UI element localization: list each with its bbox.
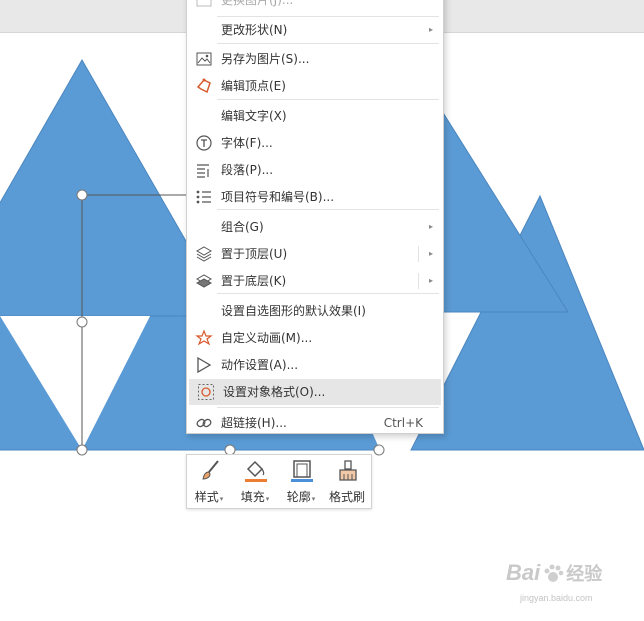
paragraph-icon [195, 161, 213, 179]
format-object-icon [197, 383, 215, 401]
save-as-picture-icon [195, 50, 213, 68]
custom-animation-icon [195, 329, 213, 347]
paint-bucket-icon [244, 459, 268, 483]
menu-split-divider [418, 273, 419, 289]
menu-item-save-as-picture[interactable]: 另存为图片(S)... [187, 46, 443, 72]
fill-button[interactable]: 填充▾ [233, 457, 277, 507]
brush-icon [198, 459, 222, 483]
menu-item-bullets[interactable]: 项目符号和编号(B)... [187, 184, 443, 210]
menu-item-custom-animation[interactable]: 自定义动画(M)... [187, 325, 443, 351]
menu-split-divider [418, 246, 419, 262]
send-to-back-icon [195, 272, 213, 290]
fill-label: 填充 [240, 490, 265, 504]
menu-item-edit-text[interactable]: 编辑文字(X) [187, 103, 443, 129]
menu-item-edit-points[interactable]: 编辑顶点(E) [187, 73, 443, 99]
picture-icon [195, 0, 213, 9]
paw-logo-icon [542, 563, 564, 589]
mini-toolbar: 样式▾ 填充▾ 轮廓▾ 格式刷 [186, 454, 372, 509]
outline-button[interactable]: 轮廓▾ [279, 457, 323, 507]
menu-item-label: 设置自选图形的默认效果(I) [221, 304, 366, 318]
menu-item-change-shape[interactable]: 更改形状(N) ▸ [187, 17, 443, 43]
style-label: 样式 [194, 490, 219, 504]
menu-item-font[interactable]: 字体(F)... [187, 130, 443, 156]
menu-separator [217, 293, 439, 294]
resize-handle[interactable] [373, 444, 385, 456]
menu-item-label: 编辑顶点(E) [221, 79, 286, 93]
shortcut-label: Ctrl+K [383, 416, 423, 430]
menu-item-label: 动作设置(A)... [221, 358, 299, 372]
menu-item-label: 更改形状(N) [221, 23, 288, 37]
watermark-brand-cn: 经验 [566, 564, 603, 584]
outline-icon [290, 459, 314, 483]
menu-separator [217, 407, 439, 408]
menu-item-paragraph[interactable]: 段落(P)... [187, 157, 443, 183]
resize-handle[interactable] [76, 444, 88, 456]
watermark-brand: Bai [506, 560, 541, 585]
menu-separator [217, 99, 439, 100]
menu-item-label: 置于底层(K) [221, 274, 287, 288]
menu-item-hyperlink[interactable]: 超链接(H)... Ctrl+K [187, 410, 443, 436]
resize-handle[interactable] [76, 316, 88, 328]
menu-item-format-object[interactable]: 设置对象格式(O)... [189, 379, 441, 405]
menu-separator [217, 209, 439, 210]
submenu-arrow-icon: ▸ [428, 25, 433, 34]
dropdown-arrow-icon: ▾ [219, 495, 224, 503]
edit-points-icon [195, 77, 213, 95]
font-icon [195, 134, 213, 152]
resize-handle[interactable] [76, 189, 88, 201]
watermark-url: jingyan.baidu.com [520, 593, 593, 603]
dropdown-arrow-icon: ▾ [311, 495, 316, 503]
bring-to-front-icon [195, 245, 213, 263]
menu-separator [217, 43, 439, 44]
menu-item-change-picture[interactable]: 更换图片(J)... [187, 0, 443, 13]
format-painter-icon [336, 459, 360, 483]
submenu-arrow-icon: ▸ [428, 276, 433, 285]
dropdown-arrow-icon: ▾ [265, 495, 270, 503]
menu-item-label: 更换图片(J)... [221, 0, 294, 7]
menu-item-bring-to-front[interactable]: 置于顶层(U) ▸ [187, 241, 443, 267]
menu-item-label: 编辑文字(X) [221, 109, 287, 123]
submenu-arrow-icon: ▸ [428, 222, 433, 231]
menu-item-label: 另存为图片(S)... [221, 52, 310, 66]
action-settings-icon [195, 356, 213, 374]
format-painter-label: 格式刷 [328, 490, 365, 504]
context-menu: 更换图片(J)... 更改形状(N) ▸ 另存为图片(S)... 编辑顶点(E)… [186, 0, 444, 434]
menu-item-label: 段落(P)... [221, 163, 274, 177]
format-painter-button[interactable]: 格式刷 [325, 457, 369, 507]
menu-item-group[interactable]: 组合(G) ▸ [187, 214, 443, 240]
menu-item-label: 置于顶层(U) [221, 247, 288, 261]
menu-item-label: 超链接(H)... [221, 416, 287, 430]
menu-item-label: 设置对象格式(O)... [223, 385, 326, 399]
menu-item-send-to-back[interactable]: 置于底层(K) ▸ [187, 268, 443, 294]
bullets-icon [195, 188, 213, 206]
menu-item-label: 字体(F)... [221, 136, 273, 150]
menu-item-label: 组合(G) [221, 220, 264, 234]
style-button[interactable]: 样式▾ [187, 457, 231, 507]
menu-item-default-shape-effect[interactable]: 设置自选图形的默认效果(I) [187, 298, 443, 324]
menu-item-label: 项目符号和编号(B)... [221, 190, 335, 204]
menu-item-action-settings[interactable]: 动作设置(A)... [187, 352, 443, 378]
hyperlink-icon [195, 414, 213, 432]
menu-item-label: 自定义动画(M)... [221, 331, 313, 345]
outline-label: 轮廓 [286, 490, 311, 504]
watermark: Bai 经验 jingyan.baidu.com [506, 560, 603, 603]
submenu-arrow-icon: ▸ [428, 249, 433, 258]
